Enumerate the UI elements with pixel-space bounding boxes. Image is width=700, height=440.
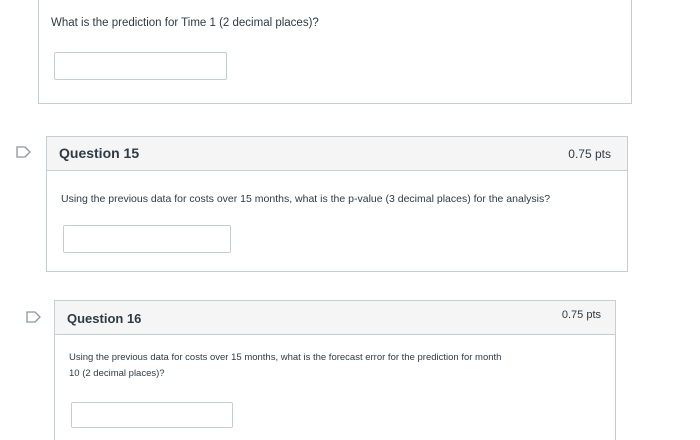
question-16-title: Question 16: [67, 311, 142, 326]
question-15-header: Question 15 0.75 pts: [47, 137, 627, 171]
question-15-title: Question 15: [59, 145, 140, 161]
question-15-answer-input[interactable]: [63, 225, 231, 253]
question-15-points: 0.75 pts: [568, 147, 611, 161]
question-14-text: What is the prediction for Time 1 (2 dec…: [51, 17, 319, 29]
question-16-text-line-2: 10 (2 decimal places)?: [69, 368, 165, 379]
question-16-points: 0.75 pts: [561, 309, 601, 321]
question-16-text-line-1: Using the previous data for costs over 1…: [69, 352, 502, 363]
question-14-answer-input[interactable]: [54, 52, 227, 80]
question-14-card: What is the prediction for Time 1 (2 dec…: [38, 0, 632, 104]
flag-icon[interactable]: [26, 311, 42, 323]
question-16-answer-input[interactable]: [71, 402, 233, 428]
question-15-text: Using the previous data for costs over 1…: [61, 193, 551, 205]
question-16-header: Question 16 0.75 pts: [55, 301, 615, 335]
question-16-card: Question 16 0.75 pts Using the previous …: [54, 300, 616, 440]
flag-icon[interactable]: [16, 146, 32, 158]
question-15-card: Question 15 0.75 pts Using the previous …: [46, 136, 628, 272]
